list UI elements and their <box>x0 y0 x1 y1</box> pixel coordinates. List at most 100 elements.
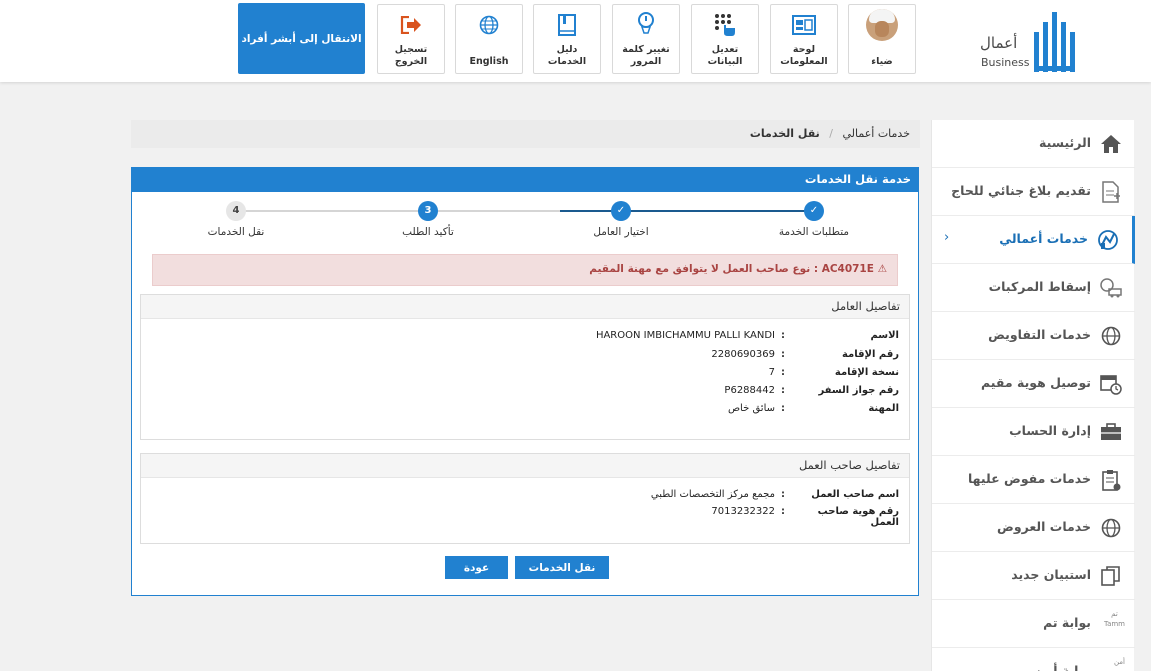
top-header: أعمال Business ضياء لوحة المعلومات تعديل… <box>0 0 1151 82</box>
sidebar-item-vehicle-drop[interactable]: إسقاط المركبات <box>932 264 1135 312</box>
absher-business-logo[interactable]: أعمال Business <box>978 4 1088 74</box>
tamm-icon: تم Tamm <box>1103 610 1125 628</box>
change-password-tile[interactable]: تغيير كلمة المرور <box>612 4 680 74</box>
logout-tile[interactable]: تسجيل الخروج <box>377 4 445 74</box>
edit-data-tile[interactable]: تعديل البيانات <box>691 4 759 74</box>
clipboard-icon <box>1102 470 1121 491</box>
service-transfer-panel: خدمة نقل الخدمات ✓ متطلبات الخدمة ✓ اختي… <box>131 167 919 596</box>
book-icon <box>558 14 576 36</box>
sidebar-item-resident-id-delivery[interactable]: توصيل هوية مقيم <box>932 360 1135 408</box>
touch-edit-icon <box>715 14 735 36</box>
vehicle-icon <box>1100 278 1122 298</box>
detail-value: سائق خاص <box>727 403 775 414</box>
absher-logo-mark-icon <box>1034 12 1075 72</box>
error-alert: ⚠ AC4071E : نوع صاحب العمل لا يتوافق مع … <box>152 254 898 286</box>
step-number: 4 <box>226 201 246 221</box>
sidebar-item-label: إدارة الحساب <box>1009 423 1091 438</box>
edit-data-label: تعديل البيانات <box>707 44 743 67</box>
detail-row: اسم صاحب العمل : مجمع مركز التخصصات الطب… <box>650 489 899 500</box>
detail-value: P6288442 <box>724 385 775 396</box>
back-button[interactable]: عودة <box>445 556 508 579</box>
go-to-absher-individuals-button[interactable]: الانتقال إلى أبشر أفراد <box>238 3 365 74</box>
globe-icon <box>1101 518 1121 538</box>
sidebar-item-new-survey[interactable]: استبيان جديد <box>932 552 1135 600</box>
worker-details-title: تفاصيل العامل <box>141 295 909 319</box>
detail-value: 7013232322 <box>711 506 775 517</box>
step-label: اختيار العامل <box>593 226 649 238</box>
detail-row: رقم جواز السفر : P6288442 <box>724 385 899 396</box>
detail-row: نسخة الإقامة : 7 <box>768 367 899 378</box>
sidebar-item-label: خدمات التفاويض <box>988 327 1091 342</box>
error-message: : نوع صاحب العمل لا يتوافق مع مهنة المقي… <box>589 263 819 275</box>
breadcrumb: خدمات أعمالي / نقل الخدمات <box>131 120 920 148</box>
services-guide-tile[interactable]: دليل الخدمات <box>533 4 601 74</box>
check-icon: ✓ <box>804 201 824 221</box>
home-icon <box>1101 135 1121 153</box>
english-tile[interactable]: English <box>455 4 523 74</box>
detail-key: اسم صاحب العمل <box>811 489 899 500</box>
detail-value: مجمع مركز التخصصات الطبي <box>650 489 775 500</box>
sidebar-item-label: خدمات أعمالي <box>999 231 1088 246</box>
step-choose-worker: ✓ اختيار العامل <box>566 201 676 238</box>
sidebar-item-delegation-services[interactable]: خدمات التفاويض <box>932 312 1135 360</box>
sidebar-item-delegated-services[interactable]: خدمات مفوض عليها <box>932 456 1135 504</box>
breadcrumb-current: نقل الخدمات <box>749 127 820 140</box>
logout-label: تسجيل الخروج <box>394 44 428 67</box>
sidebar-item-label: بوابة تم <box>1043 615 1091 630</box>
detail-row: رقم هوية صاحب العمل : 7013232322 <box>711 506 899 528</box>
dashboard-tile[interactable]: لوحة المعلومات <box>770 4 838 74</box>
services-guide-label: دليل الخدمات <box>547 44 587 67</box>
detail-key: رقم الإقامة <box>841 349 899 360</box>
dashboard-icon <box>792 15 816 35</box>
check-icon: ✓ <box>611 201 631 221</box>
chevron-left-icon: ‹ <box>944 230 950 245</box>
step-confirm-request: 3 تأكيد الطلب <box>373 201 483 238</box>
sidebar-item-label: خدمات العروض <box>997 519 1091 534</box>
sidebar-item-business-services[interactable]: خدمات أعمالي ‹ <box>932 216 1135 264</box>
detail-row: المهنة : سائق خاص <box>727 403 899 414</box>
report-icon <box>1102 181 1120 203</box>
sidebar-item-offers-services[interactable]: خدمات العروض <box>932 504 1135 552</box>
step-label: نقل الخدمات <box>207 226 265 238</box>
globe-icon <box>479 15 499 35</box>
transfer-services-button[interactable]: نقل الخدمات <box>515 556 609 579</box>
amn-icon: أمن <box>1113 658 1125 666</box>
sidebar-item-label: بوابة أمن <box>1034 663 1091 671</box>
detail-value: 7 <box>768 367 775 378</box>
avatar <box>866 9 898 41</box>
error-code: AC4071E <box>821 263 874 275</box>
sidebar-item-criminal-report[interactable]: تقديم بلاغ جنائي للحاج <box>932 168 1135 216</box>
sidebar-item-amn-portal[interactable]: أمن بوابة أمن <box>932 648 1135 671</box>
breadcrumb-parent-link[interactable]: خدمات أعمالي <box>842 127 910 140</box>
step-transfer-services: 4 نقل الخدمات <box>181 201 291 238</box>
globe-icon <box>1101 326 1121 346</box>
sidebar-item-label: الرئيسية <box>1039 135 1091 150</box>
sidebar-item-label: استبيان جديد <box>1011 567 1091 582</box>
detail-key: الاسم <box>870 330 899 341</box>
english-label: English <box>469 56 509 67</box>
sidebar-item-account-management[interactable]: إدارة الحساب <box>932 408 1135 456</box>
progress-stepper: ✓ متطلبات الخدمة ✓ اختيار العامل 3 تأكيد… <box>132 201 918 241</box>
warning-icon: ⚠ <box>877 263 887 275</box>
profile-tile[interactable]: ضياء <box>848 4 916 74</box>
detail-row: رقم الإقامة : 2280690369 <box>711 349 899 360</box>
sidebar-item-label: خدمات مفوض عليها <box>967 471 1091 486</box>
password-icon <box>638 12 654 34</box>
calendar-clock-icon <box>1100 375 1122 395</box>
sidebar-item-tamm-portal[interactable]: تم Tamm بوابة تم <box>932 600 1135 648</box>
sidebar-item-label: توصيل هوية مقيم <box>981 375 1091 390</box>
sidebar-nav: الرئيسية تقديم بلاغ جنائي للحاج خدمات أع… <box>931 120 1135 671</box>
step-label: متطلبات الخدمة <box>778 226 850 238</box>
detail-key: رقم هوية صاحب العمل <box>817 506 899 528</box>
sidebar-item-label: إسقاط المركبات <box>988 279 1091 294</box>
panel-title: خدمة نقل الخدمات <box>132 168 918 192</box>
step-label: تأكيد الطلب <box>402 226 454 238</box>
breadcrumb-separator: / <box>829 127 833 140</box>
briefcase-icon <box>1101 423 1121 440</box>
dashboard-label: لوحة المعلومات <box>780 44 828 67</box>
sidebar-item-home[interactable]: الرئيسية <box>932 120 1135 168</box>
employer-details-box: تفاصيل صاحب العمل اسم صاحب العمل : مجمع … <box>140 453 910 544</box>
detail-value: HAROON IMBICHAMMU PALLI KANDI <box>595 330 775 341</box>
logo-text-arabic: أعمال <box>980 34 1018 52</box>
copy-icon <box>1101 566 1120 586</box>
